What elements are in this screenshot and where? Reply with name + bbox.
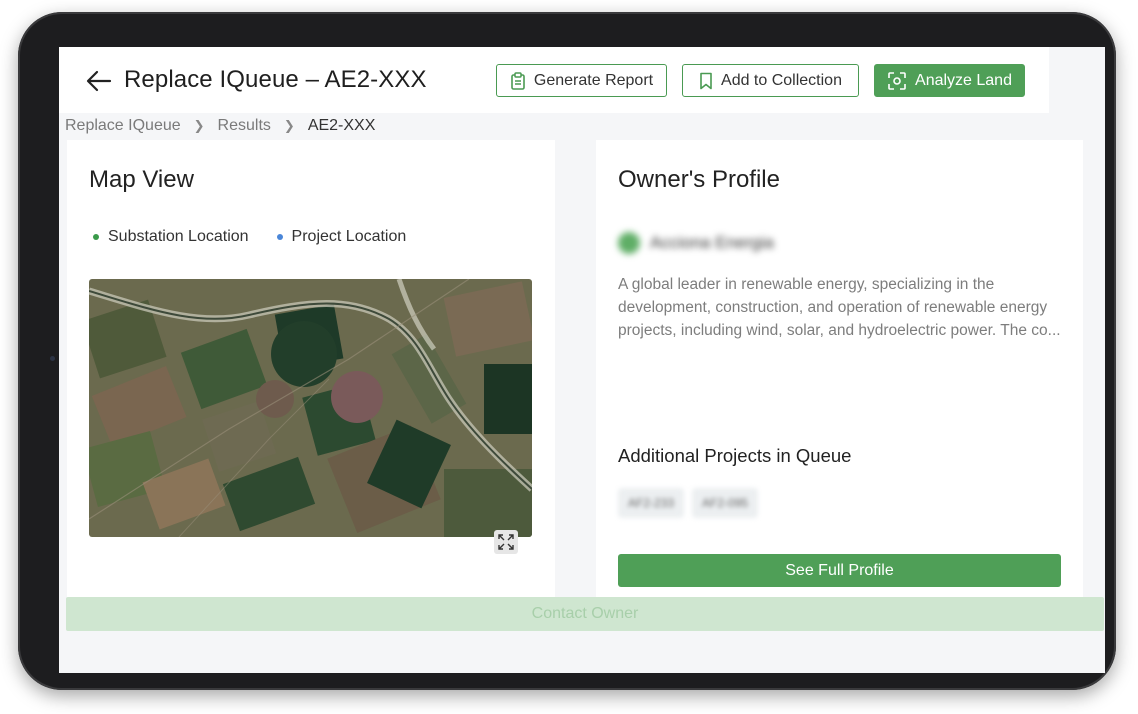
bookmark-icon <box>700 72 712 89</box>
project-chip[interactable]: AF2-095 <box>692 488 759 518</box>
back-arrow-icon[interactable] <box>85 67 113 95</box>
breadcrumb-item-current: AE2-XXX <box>307 117 376 134</box>
camera-dot <box>50 356 55 361</box>
owner-description: A global leader in renewable energy, spe… <box>618 276 1061 339</box>
legend-substation: Substation Location <box>93 228 249 246</box>
page-title: Replace IQueue – AE2-XXX <box>124 66 427 93</box>
map-view-title: Map View <box>89 166 194 193</box>
map-view-card: Map View Substation Location Project Loc… <box>67 140 555 600</box>
project-chip[interactable]: AF2-233 <box>618 488 685 518</box>
chevron-right-icon: ❯ <box>193 118 205 133</box>
breadcrumb-item-results[interactable]: Results <box>218 117 271 135</box>
analyze-land-label: Analyze Land <box>915 71 1012 89</box>
owner-profile-title: Owner's Profile <box>618 166 780 193</box>
satellite-map[interactable] <box>89 279 532 537</box>
generate-report-button[interactable]: Generate Report <box>496 64 667 97</box>
additional-projects-title: Additional Projects in Queue <box>618 445 852 466</box>
legend-project-label: Project Location <box>291 228 407 245</box>
substation-dot-icon <box>93 234 99 240</box>
breadcrumb: Replace IQueue ❯ Results ❯ AE2-XXX <box>65 117 375 135</box>
breadcrumb-item-replace-iqueue[interactable]: Replace IQueue <box>65 117 181 135</box>
tablet-frame: Replace IQueue – AE2-XXX Generate Report… <box>18 12 1116 690</box>
app-screen: Replace IQueue – AE2-XXX Generate Report… <box>59 47 1105 673</box>
owner-avatar <box>618 232 640 254</box>
project-chips: AF2-233 AF2-095 <box>618 488 759 518</box>
scan-icon <box>888 71 906 90</box>
add-to-collection-button[interactable]: Add to Collection <box>682 64 859 97</box>
chevron-right-icon: ❯ <box>283 118 295 133</box>
owner-name-label: Acciona Energia <box>650 233 774 252</box>
owner-name: Acciona Energia <box>618 232 774 254</box>
add-to-collection-label: Add to Collection <box>721 71 842 89</box>
project-dot-icon <box>276 234 283 240</box>
map-legend: Substation Location Project Location <box>93 228 406 246</box>
top-bar: Replace IQueue – AE2-XXX Generate Report… <box>59 47 1049 113</box>
see-full-profile-button[interactable]: See Full Profile <box>618 554 1061 587</box>
contact-owner-button[interactable]: Contact Owner <box>66 597 1104 631</box>
analyze-land-button[interactable]: Analyze Land <box>874 64 1025 97</box>
generate-report-label: Generate Report <box>533 71 654 89</box>
clipboard-icon <box>511 71 525 90</box>
expand-map-icon[interactable] <box>494 530 518 554</box>
legend-substation-label: Substation Location <box>108 228 249 245</box>
legend-project: Project Location <box>276 228 407 246</box>
owner-profile-card: Owner's Profile Acciona Energia A global… <box>596 140 1083 600</box>
